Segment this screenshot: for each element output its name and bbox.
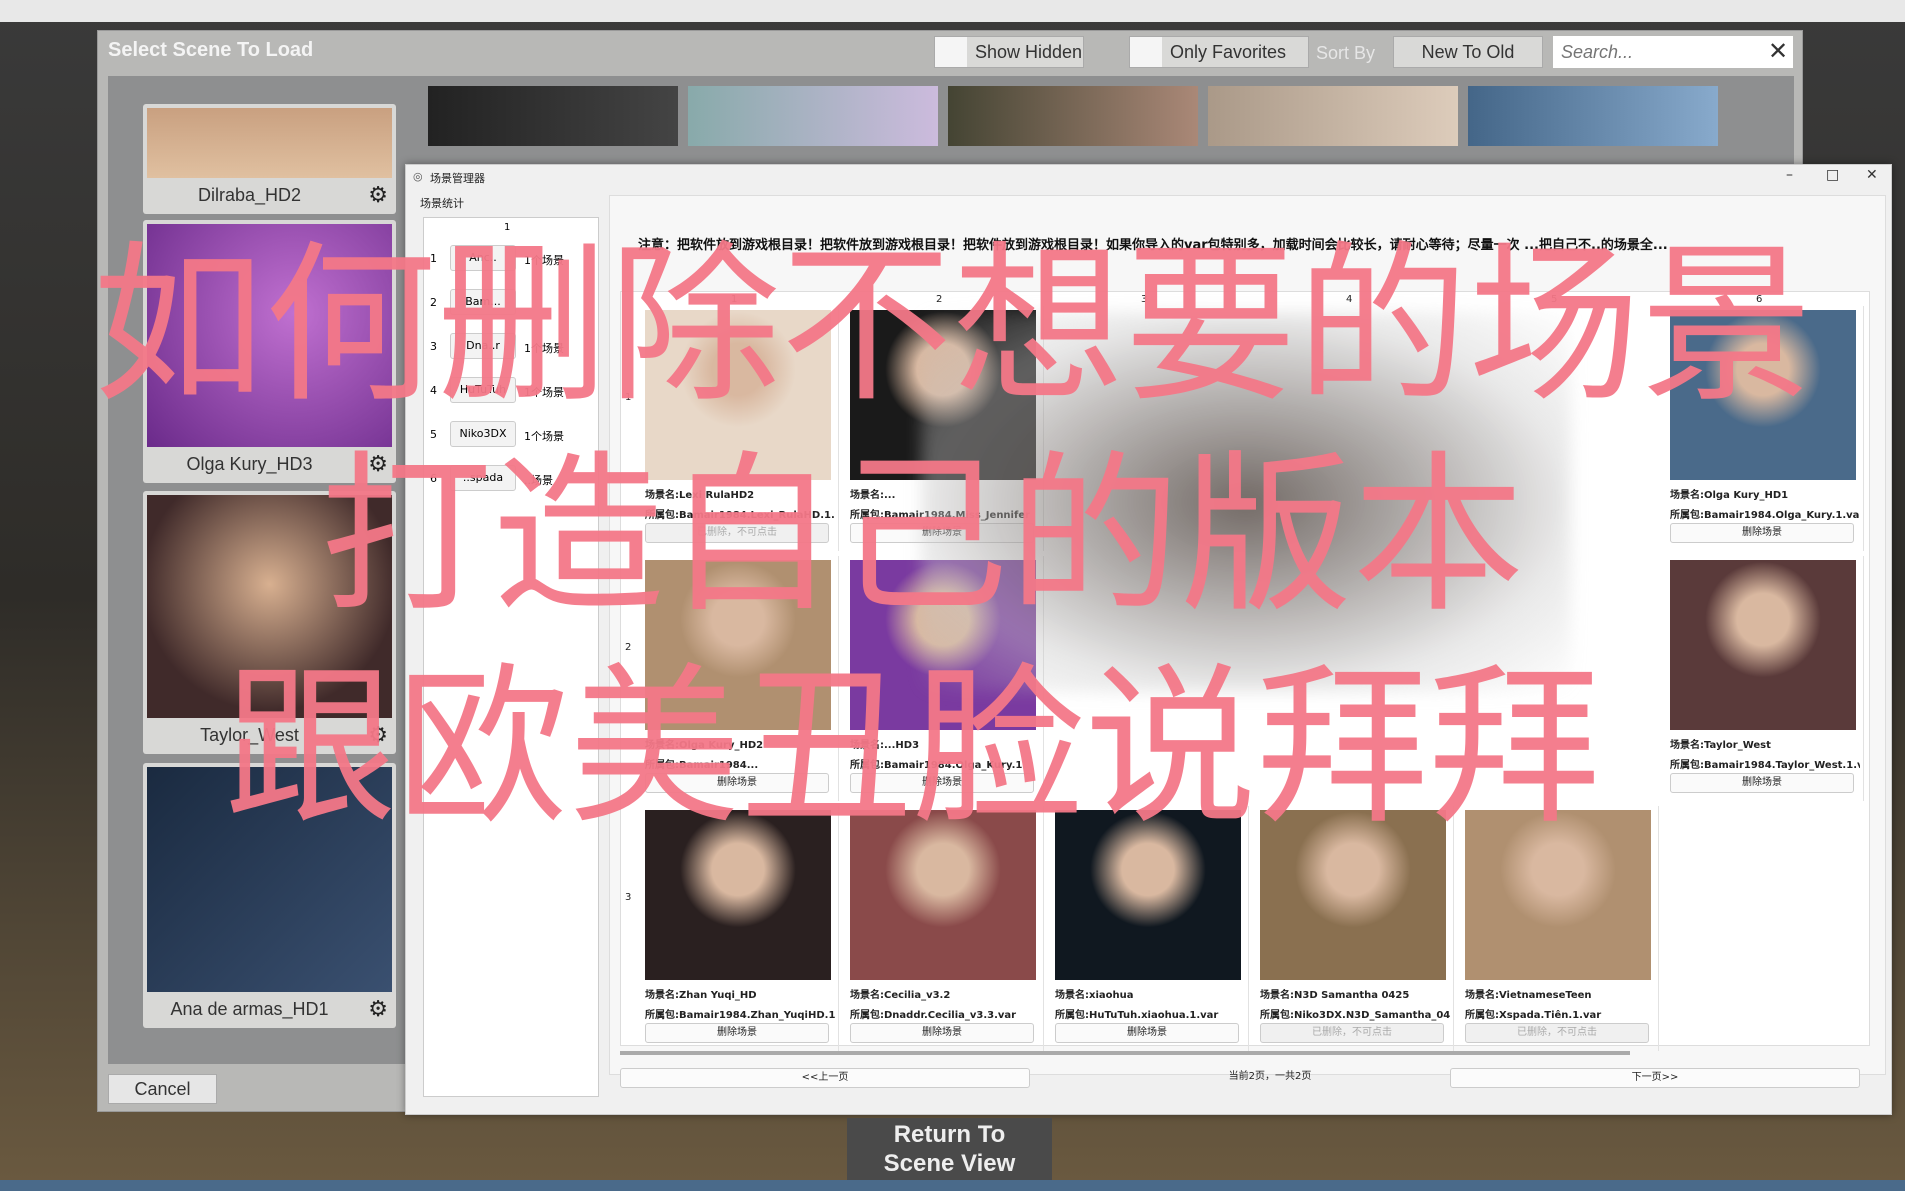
scene-name: 场景名:Zhan Yuqi_HD (645, 990, 757, 1001)
clear-search-icon[interactable]: ✕ (1768, 37, 1788, 65)
search-input[interactable] (1553, 36, 1793, 68)
return-to-scene-view-button[interactable]: Return To Scene View (847, 1118, 1052, 1180)
sort-by-label: Sort By (1316, 43, 1376, 63)
overlay-title-line2: 打造自己的版本 (320, 435, 1525, 636)
delete-scene-button[interactable]: 删除场景 (850, 1023, 1034, 1043)
scene-name: Dilraba_HD2 (197, 185, 302, 205)
checkbox[interactable] (935, 37, 967, 67)
scene-thumbnail[interactable] (1208, 86, 1458, 146)
row-header: 3 (625, 892, 632, 903)
return-line2: Scene View (883, 1150, 1016, 1177)
minimize-button[interactable]: – (1786, 167, 1793, 183)
dialog-title: Select Scene To Load (108, 39, 314, 61)
window-title: 场景管理器 (430, 172, 485, 185)
scene-thumbnail (147, 108, 392, 178)
scene-name: Ana de armas_HD1 (170, 999, 329, 1019)
scene-package: 所属包:HuTuTuh.xiaohua.1.var (1055, 1010, 1219, 1021)
next-page-button[interactable]: 下一页>> (1450, 1068, 1860, 1088)
scene-name: 场景名:VietnameseTeen (1465, 990, 1592, 1001)
show-hidden-toggle[interactable]: Show Hidden (934, 36, 1084, 68)
top-bar (0, 0, 1905, 22)
only-favorites-label: Only Favorites (1170, 41, 1287, 62)
prev-page-button[interactable]: <<上一页 (620, 1068, 1030, 1088)
scene-package: 所属包:Niko3DX.N3D_Samantha_042 (1260, 1010, 1450, 1021)
page-info: 当前2页，一共2页 (1228, 1071, 1312, 1082)
gear-icon[interactable]: ⚙ (368, 183, 388, 208)
overlay-title-line3: 跟欧美丑脸说拜拜 (224, 647, 1601, 848)
cancel-button[interactable]: Cancel (108, 1074, 217, 1104)
scene-package: 所属包:Xspada.Tiên.1.var (1465, 1010, 1602, 1021)
scene-thumbnail[interactable] (948, 86, 1198, 146)
scene-name: 场景名:Cecilia_v3.2 (850, 990, 951, 1001)
only-favorites-toggle[interactable]: Only Favorites (1129, 36, 1309, 68)
scene-name: 场景名:N3D Samantha 0425 (1260, 990, 1410, 1001)
gear-icon[interactable]: ⚙ (368, 997, 388, 1022)
maximize-button[interactable]: □ (1826, 167, 1839, 183)
scene-thumbnail[interactable] (428, 86, 678, 146)
scene-package: 所属包:Dnaddr.Cecilia_v3.3.var (850, 1010, 1017, 1021)
close-button[interactable]: ✕ (1866, 167, 1878, 183)
show-hidden-label: Show Hidden (975, 41, 1083, 62)
app-icon: ◎ (413, 170, 423, 183)
delete-scene-button[interactable]: 删除场景 (1055, 1023, 1239, 1043)
scene-thumbnail[interactable] (688, 86, 938, 146)
delete-scene-button: 已删除，不可点击 (1260, 1023, 1444, 1043)
sort-select[interactable]: New To Old (1393, 36, 1543, 68)
delete-scene-button[interactable]: 删除场景 (645, 1023, 829, 1043)
stats-label: 场景统计 (420, 197, 464, 210)
delete-scene-button: 已删除，不可点击 (1465, 1023, 1649, 1043)
return-line1: Return To (893, 1121, 1006, 1148)
scene-package: 所属包:Bamair1984.Zhan_YuqiHD.1.v (645, 1010, 835, 1021)
bottom-bar (0, 1180, 1905, 1191)
scene-name: 场景名:xiaohua (1055, 990, 1134, 1001)
horizontal-scrollbar[interactable] (620, 1051, 1630, 1055)
scene-thumbnail[interactable] (1468, 86, 1718, 146)
overlay-title-line1: 如何删除不想要的场景 (92, 225, 1813, 426)
scene-card[interactable]: Dilraba_HD2 ⚙ (143, 104, 396, 214)
checkbox[interactable] (1130, 37, 1162, 67)
